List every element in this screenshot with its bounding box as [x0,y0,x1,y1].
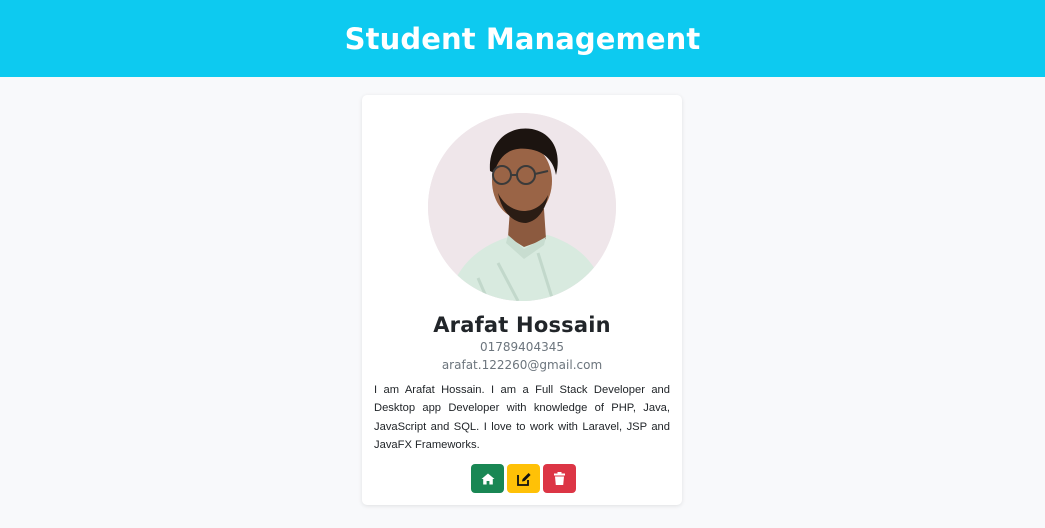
student-profile-card: Arafat Hossain 01789404345 arafat.122260… [362,95,682,505]
profile-photo [428,113,616,301]
trash-icon [554,472,565,485]
student-bio: I am Arafat Hossain. I am a Full Stack D… [374,384,670,452]
student-name: Arafat Hossain [433,313,611,337]
edit-icon [516,472,531,486]
student-email: arafat.122260@gmail.com [441,358,603,372]
edit-button[interactable] [507,464,540,493]
app-header: Student Management [0,0,1045,77]
page-title: Student Management [344,21,701,56]
home-button[interactable] [471,464,504,493]
action-buttons [471,464,576,493]
profile-photo-image [428,113,616,301]
delete-button[interactable] [543,464,576,493]
student-phone: 01789404345 [480,340,564,354]
home-icon [481,473,494,484]
